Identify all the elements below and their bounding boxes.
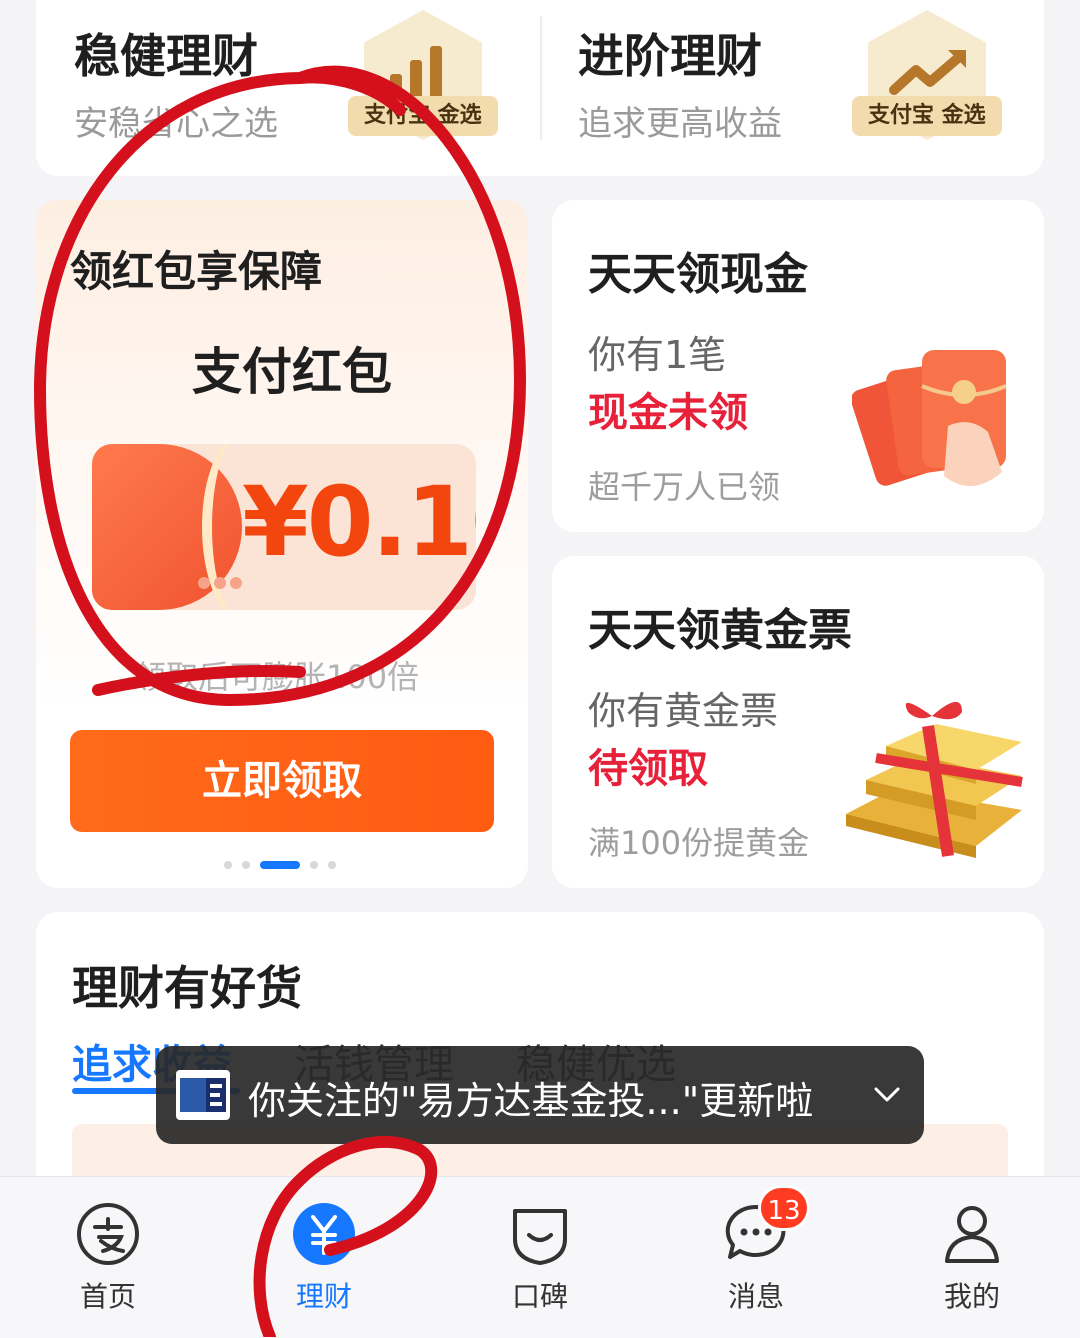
products-section-title: 理财有好货 — [72, 961, 302, 1015]
nav-koubei[interactable]: 口碑 — [470, 1201, 610, 1315]
cash-card-line: 你有1笔 — [588, 333, 727, 377]
nav-me[interactable]: 我的 — [902, 1201, 1042, 1315]
nav-wealth[interactable]: 理财 — [254, 1201, 394, 1315]
cash-card-title: 天天领现金 — [588, 249, 808, 300]
stable-wealth-title: 稳健理财 — [74, 29, 258, 83]
red-packet-ticket: ¥0.10 — [92, 444, 476, 610]
daily-cash-card[interactable]: 天天领现金 你有1笔 现金未领 超千万人已领 — [552, 200, 1044, 532]
pager-dot — [224, 860, 232, 869]
advanced-wealth-entry[interactable]: 进阶理财 追求更高收益 支付宝 金选 — [542, 0, 1044, 176]
packet-amount: ¥0.10 — [242, 466, 476, 578]
yuan-wealth-icon — [293, 1203, 355, 1265]
pager-dot — [328, 860, 336, 869]
carousel-pager — [224, 854, 346, 869]
nav-messages-label: 消息 — [727, 1280, 784, 1313]
promo-heading: 领红包享保障 — [70, 247, 323, 296]
nav-wealth-label: 理财 — [295, 1280, 352, 1313]
follow-update-toast[interactable]: 你关注的"易方达基金投..."更新啦 — [156, 1046, 924, 1144]
claim-now-button[interactable]: 立即领取 — [70, 730, 494, 832]
jinxuan-badge: 支付宝 金选 — [852, 96, 1002, 136]
koubei-bag-icon — [513, 1209, 567, 1265]
gold-bars-icon — [846, 701, 1023, 858]
cash-card-highlight: 现金未领 — [588, 390, 748, 436]
cash-card-footer: 超千万人已领 — [588, 468, 781, 506]
nav-messages[interactable]: 13 消息 — [686, 1185, 826, 1315]
jinxuan-badge: 支付宝 金选 — [348, 96, 498, 136]
nav-koubei-label: 口碑 — [511, 1280, 568, 1313]
gold-card-footer: 满100份提黄金 — [588, 824, 810, 862]
nav-home[interactable]: 首页 — [38, 1201, 178, 1315]
pager-dot — [310, 860, 318, 869]
stable-wealth-subtitle: 安稳省心之选 — [74, 104, 278, 144]
promo-title: 支付红包 — [192, 343, 392, 401]
gold-card-line: 你有黄金票 — [588, 689, 779, 733]
unread-count-badge: 13 — [758, 1185, 810, 1231]
gold-card-title: 天天领黄金票 — [588, 605, 852, 656]
pager-dot-active — [260, 860, 300, 869]
nav-me-label: 我的 — [943, 1280, 1000, 1313]
stable-wealth-entry[interactable]: 稳健理财 安稳省心之选 支付宝 金选 — [36, 0, 540, 176]
bottom-tab-bar: 首页 理财 口碑 13 消息 我的 — [0, 1176, 1080, 1338]
daily-gold-ticket-card[interactable]: 天天领黄金票 你有黄金票 待领取 满100份提黄金 — [552, 556, 1044, 888]
advanced-wealth-title: 进阶理财 — [578, 29, 762, 83]
person-icon — [945, 1206, 999, 1263]
alipay-home-icon — [77, 1203, 139, 1265]
fund-logo-icon — [176, 1070, 230, 1120]
chevron-down-icon[interactable] — [870, 1078, 904, 1112]
gold-card-highlight: 待领取 — [588, 746, 708, 792]
red-packet-promo-card[interactable]: 领红包享保障 支付红包 ¥0.10 领取后可膨胀100倍 立即领取 — [36, 200, 528, 888]
promo-note: 领取后可膨胀100倍 — [134, 658, 420, 696]
pager-dot — [242, 860, 250, 869]
red-envelope-icon — [852, 350, 1007, 487]
nav-home-label: 首页 — [79, 1280, 136, 1313]
ticket-dots — [198, 574, 246, 593]
wealth-category-card: 稳健理财 安稳省心之选 支付宝 金选 进阶理财 追求更高收益 支付宝 金选 — [36, 0, 1044, 176]
advanced-wealth-subtitle: 追求更高收益 — [578, 104, 782, 144]
toast-message: 你关注的"易方达基金投..."更新啦 — [248, 1079, 814, 1123]
